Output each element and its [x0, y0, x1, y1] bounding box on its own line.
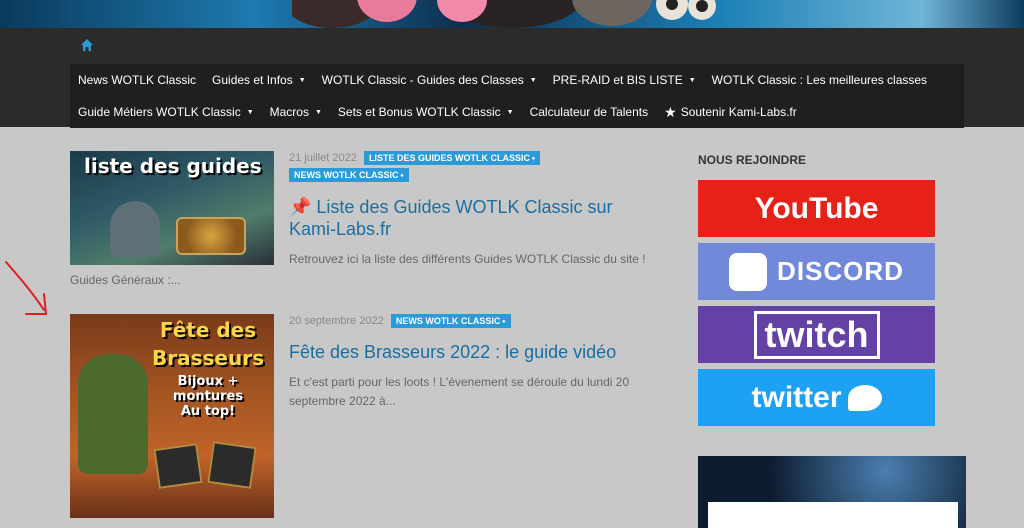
twitter-button[interactable]: twitter [698, 369, 935, 426]
nav-row-1: News WOTLK Classic Guides et Infos ▼ WOTL… [70, 64, 964, 96]
nav-macros[interactable]: Macros ▼ [262, 105, 330, 119]
youtube-button[interactable]: YouTube [698, 180, 935, 237]
post-title[interactable]: Fête des Brasseurs 2022 : le guide vidéo [289, 341, 649, 363]
nav-row-2: Guide Métiers WOTLK Classic ▼ Macros ▼ Set… [70, 96, 964, 128]
post-date: 21 juillet 2022 [289, 152, 357, 164]
site-banner [0, 0, 1024, 28]
post-card: Fête des Brasseurs Bijoux + montures Au … [70, 314, 660, 528]
post-card: liste des guides 21 juillet 2022 LISTE D… [70, 151, 660, 291]
twitter-bird-icon [847, 384, 882, 411]
twitch-button[interactable]: twitch [698, 306, 935, 363]
annotation-arrow-icon [5, 261, 47, 315]
caret-down-icon: ▼ [246, 108, 254, 116]
nav-guides-infos[interactable]: Guides et Infos ▼ [204, 73, 314, 87]
post-excerpt: Retrouvez ici la liste des différents Gu… [289, 252, 646, 266]
nav-guides-classes[interactable]: WOTLK Classic - Guides des Classes ▼ [314, 73, 545, 87]
main-navigation: News WOTLK Classic Guides et Infos ▼ WOTL… [0, 28, 1024, 128]
post-title[interactable]: 📌 Liste des Guides WOTLK Classic sur Kam… [289, 196, 649, 240]
nav-preraid-bis[interactable]: PRE-RAID et BIS LISTE ▼ [545, 73, 704, 87]
discord-button[interactable]: DISCORD [698, 243, 935, 300]
nav-soutenir[interactable]: ★ Soutenir Kami-Labs.fr [656, 104, 805, 121]
thumbnail-caption: liste des guides [84, 154, 262, 178]
nav-sets-bonus[interactable]: Sets et Bonus WOTLK Classic ▼ [330, 105, 522, 119]
nav-calculateur[interactable]: Calculateur de Talents [522, 105, 657, 119]
youtube-logo-icon: YouTube [754, 191, 879, 225]
twitch-logo-icon: twitch [753, 310, 880, 359]
post-thumbnail[interactable]: liste des guides [70, 151, 274, 265]
tag-liste-guides[interactable]: LISTE DES GUIDES WOTLK CLASSIC [363, 151, 541, 165]
item-icon [153, 443, 203, 489]
orc-character-art [78, 354, 148, 474]
warcraft-logo [176, 217, 246, 255]
discord-logo-icon [729, 252, 768, 291]
character-art [110, 201, 160, 257]
banner-characters-art [292, 0, 716, 28]
widget-card [708, 502, 958, 528]
sidebar-widget-image [698, 456, 966, 528]
star-icon: ★ [664, 103, 677, 120]
tag-news-wotlk[interactable]: NEWS WOTLK CLASSIC [390, 314, 511, 328]
post-date: 20 septembre 2022 [289, 315, 384, 327]
caret-down-icon: ▼ [506, 108, 514, 116]
nav-metiers[interactable]: Guide Métiers WOTLK Classic ▼ [70, 105, 262, 119]
tag-news-wotlk[interactable]: NEWS WOTLK CLASSIC [289, 168, 409, 182]
post-excerpt-continued: Guides Généraux :... [70, 273, 181, 287]
caret-down-icon: ▼ [314, 108, 322, 116]
thumbnail-caption: Fête des Brasseurs Bijoux + montures Au … [152, 318, 264, 419]
post-thumbnail[interactable]: Fête des Brasseurs Bijoux + montures Au … [70, 314, 274, 518]
post-meta: 21 juillet 2022 LISTE DES GUIDES WOTLK C… [289, 151, 659, 182]
nav-news-wotlk[interactable]: News WOTLK Classic [70, 73, 204, 87]
caret-down-icon: ▼ [298, 76, 306, 84]
sidebar-title: NOUS REJOINDRE [698, 153, 807, 167]
caret-down-icon: ▼ [688, 76, 696, 84]
item-icon [207, 441, 257, 489]
post-meta: 20 septembre 2022 NEWS WOTLK CLASSIC [289, 314, 659, 328]
caret-down-icon: ▼ [529, 76, 537, 84]
nav-meilleures-classes[interactable]: WOTLK Classic : Les meilleures classes [704, 73, 935, 87]
home-icon[interactable] [80, 38, 94, 52]
post-excerpt: Et c'est parti pour les loots ! L'évenem… [289, 375, 630, 408]
